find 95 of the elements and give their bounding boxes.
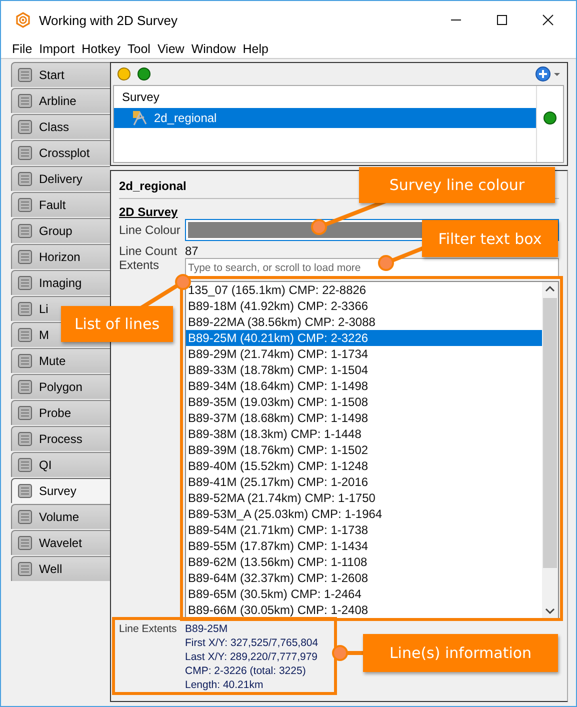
list-item[interactable]: B89-41M (25.17km) CMP: 1-2016	[186, 474, 542, 490]
sidebar-tab[interactable]: Start	[11, 62, 110, 87]
square-icon	[17, 509, 33, 525]
square-icon	[17, 275, 33, 291]
square-icon	[17, 223, 33, 239]
square-icon	[17, 145, 33, 161]
maximize-icon[interactable]	[496, 14, 508, 26]
sidebar-tab[interactable]: Polygon	[11, 374, 110, 399]
menu-item[interactable]: Tool	[128, 42, 150, 56]
square-icon	[17, 197, 33, 213]
field-label: Line Extents	[119, 622, 178, 636]
list-item[interactable]: B89-22MA (38.56km) CMP: 2-3088	[186, 314, 542, 330]
status-dot-icon[interactable]	[117, 67, 131, 81]
list-item[interactable]: B89-40M (15.52km) CMP: 1-1248	[186, 458, 542, 474]
add-icon[interactable]	[535, 66, 561, 82]
status-dot-icon[interactable]	[137, 67, 151, 81]
menu-item[interactable]: Window	[191, 42, 236, 56]
window-title: Working with 2D Survey	[39, 12, 178, 28]
field-label: Line Colour	[119, 223, 181, 237]
sidebar-tab[interactable]: QI	[11, 452, 110, 477]
list-item[interactable]: B89-66M (30.05km) CMP: 1-2408	[186, 602, 542, 618]
close-icon[interactable]	[542, 14, 554, 26]
sidebar-tab[interactable]: Process	[11, 426, 110, 451]
survey-map-icon	[132, 110, 148, 126]
panel-title: 2d_regional	[119, 179, 186, 195]
hexagon-icon	[15, 12, 31, 28]
square-icon	[17, 93, 33, 109]
sidebar-tab[interactable]: Volume	[11, 504, 110, 529]
field-label: Line Count	[119, 244, 178, 258]
list-item[interactable]: B89-53M_A (25.03km) CMP: 1-1964	[186, 506, 542, 522]
info-text: Last X/Y: 289,220/7,777,979	[185, 650, 318, 664]
field-label: Extents	[119, 258, 160, 272]
square-icon	[17, 405, 33, 421]
sidebar-tab[interactable]: Mute	[11, 348, 110, 373]
sidebar-tab[interactable]: Group	[11, 218, 110, 243]
square-icon	[17, 119, 33, 135]
square-icon	[17, 67, 33, 83]
list-item[interactable]: B89-65M (30.5km) CMP: 1-2464	[186, 586, 542, 602]
callout-tooltip: Filter text box	[422, 220, 558, 257]
square-icon	[17, 379, 33, 395]
list-item[interactable]: B89-18M (41.92km) CMP: 2-3366	[186, 298, 542, 314]
list-item[interactable]: B89-38M (18.3km) CMP: 1-1448	[186, 426, 542, 442]
sidebar-tab[interactable]: Horizon	[11, 244, 110, 269]
square-icon	[17, 327, 33, 343]
leader-line	[332, 645, 364, 661]
list-item[interactable]: B89-37M (18.68km) CMP: 1-1498	[186, 410, 542, 426]
square-icon	[17, 353, 33, 369]
column-header: Survey	[121, 89, 160, 106]
list-item[interactable]: B89-35M (19.03km) CMP: 1-1508	[186, 394, 542, 410]
sidebar-tab[interactable]: Imaging	[11, 270, 110, 295]
list-item[interactable]: B89-55M (17.87km) CMP: 1-1434	[186, 538, 542, 554]
line-count-value: 87	[185, 244, 198, 258]
sidebar-tab[interactable]: Probe	[11, 400, 110, 425]
list-item[interactable]: B89-54M (21.71km) CMP: 1-1738	[186, 522, 542, 538]
list-item[interactable]: B89-29M (21.74km) CMP: 1-1734	[186, 346, 542, 362]
square-icon	[17, 561, 33, 577]
list-item[interactable]: 135_07 (165.1km) CMP: 22-8826	[186, 282, 542, 298]
list-item[interactable]: B89-62M (13.56km) CMP: 1-1108	[186, 554, 542, 570]
menu-item[interactable]: Help	[242, 42, 268, 56]
list-item[interactable]: B89-52MA (21.74km) CMP: 1-1750	[186, 490, 542, 506]
info-text: First X/Y: 327,525/7,765,804	[185, 636, 318, 650]
list-item[interactable]: B89-64M (32.37km) CMP: 1-2608	[186, 570, 542, 586]
square-icon	[17, 301, 33, 317]
sidebar-tab[interactable]: Well	[11, 556, 110, 581]
square-icon	[17, 535, 33, 551]
sidebar-tab[interactable]: Survey	[11, 478, 110, 503]
info-text: Length: 40.21km	[185, 678, 264, 692]
sidebar-tab[interactable]: Delivery	[11, 166, 110, 191]
info-text: CMP: 2-3226 (total: 3225)	[185, 664, 307, 678]
section-heading: 2D Survey	[119, 205, 178, 219]
callout-tooltip: Line(s) information	[363, 634, 558, 672]
menu-item[interactable]: File	[12, 42, 32, 56]
square-icon	[17, 249, 33, 265]
callout-tooltip: List of lines	[61, 306, 173, 342]
sidebar-tab[interactable]: Crossplot	[11, 140, 110, 165]
list-item[interactable]: B89-25M (40.21km) CMP: 2-3226	[186, 330, 542, 346]
sidebar-tab[interactable]: Wavelet	[11, 530, 110, 555]
list-item[interactable]: B89-33M (18.78km) CMP: 1-1504	[186, 362, 542, 378]
square-icon	[17, 431, 33, 447]
list-item[interactable]: B89-39M (18.76km) CMP: 1-1502	[186, 442, 542, 458]
status-dot-icon	[543, 111, 557, 125]
square-icon	[17, 171, 33, 187]
tree-item[interactable]: 2d_regional	[114, 108, 536, 128]
info-text: B89-25M	[185, 622, 229, 636]
list-item[interactable]: B89-34M (18.64km) CMP: 1-1498	[186, 378, 542, 394]
sidebar-tab[interactable]: Class	[11, 114, 110, 139]
scrollbar[interactable]	[542, 282, 558, 618]
sidebar-tab[interactable]: Arbline	[11, 88, 110, 113]
sidebar-tab[interactable]: Fault	[11, 192, 110, 217]
square-icon	[17, 483, 33, 499]
menu-item[interactable]: Hotkey	[82, 42, 120, 56]
callout-tooltip: Survey line colour	[359, 167, 555, 203]
menu-item[interactable]: View	[157, 42, 184, 56]
menu-item[interactable]: Import	[39, 42, 75, 56]
square-icon	[17, 457, 33, 473]
